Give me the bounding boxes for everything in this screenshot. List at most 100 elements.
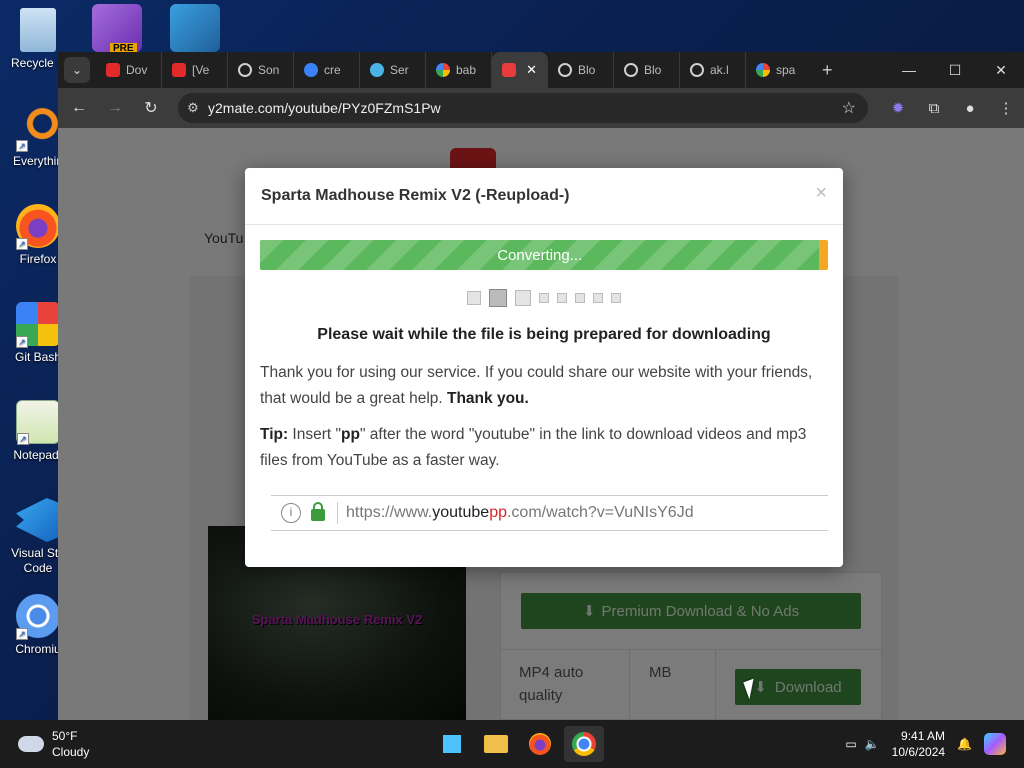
file-explorer-button[interactable] (476, 726, 516, 762)
cloud-favicon-icon (304, 63, 318, 77)
new-tab-button[interactable]: + (822, 60, 833, 81)
tab-youtube-1[interactable]: Dov (96, 52, 162, 88)
forward-button[interactable]: → (100, 99, 130, 117)
clock-time: 9:41 AM (901, 729, 946, 743)
volume-icon[interactable]: 🔈 (865, 737, 880, 751)
tab-google-1[interactable]: bab (426, 52, 492, 88)
site-settings-icon[interactable]: ⚙ (178, 100, 208, 116)
url-separator (337, 502, 338, 524)
chevron-down-icon: ⌄ (71, 63, 83, 77)
lock-icon (311, 502, 325, 521)
progress-label: Converting... (497, 246, 583, 264)
reload-button[interactable]: ↻ (136, 98, 166, 118)
window-controls: — ☐ ✕ (886, 52, 1024, 88)
shortcut-arrow-icon: ↗ (16, 238, 28, 250)
toolbar-actions: ✹ ⧉ ● ⋮ (880, 99, 1024, 118)
progress-fill: Converting... (260, 240, 820, 270)
visual-studio-preview-icon[interactable]: PRE (92, 4, 142, 54)
download-favicon-icon (502, 63, 516, 77)
browser-toolbar: ← → ↻ ⚙ y2mate.com/youtube/PYz0FZmS1Pw ☆… (58, 88, 1024, 128)
example-url-image: i https://www. youtube pp .com/watch?v=VuNI… (271, 495, 828, 531)
globe-icon (690, 63, 704, 77)
loader-square (557, 293, 567, 303)
video-editor-icon[interactable] (170, 4, 220, 52)
tab-strip: ⌄ Dov [Ve Son cre Ser bab ✕ Blo Blo ak.l… (58, 52, 1024, 88)
loader-square (539, 293, 549, 303)
thanks-bold: Thank you. (447, 390, 529, 407)
start-button[interactable] (432, 726, 472, 762)
firefox-taskbar-button[interactable] (520, 726, 560, 762)
loader-square (467, 291, 481, 305)
tab-youtube-2[interactable]: [Ve (162, 52, 228, 88)
address-bar[interactable]: ⚙ y2mate.com/youtube/PYz0FZmS1Pw ☆ (178, 93, 868, 123)
close-window-button[interactable]: ✕ (978, 62, 1024, 79)
youtube-favicon-icon (106, 63, 120, 77)
tab-y2mate-active[interactable]: ✕ (492, 52, 548, 88)
firefox-icon: ↗ (16, 204, 60, 250)
shortcut-arrow-icon: ↗ (16, 140, 28, 152)
maximize-button[interactable]: ☐ (932, 62, 978, 79)
cloud-icon (18, 736, 44, 752)
extension-gear-icon[interactable]: ✹ (880, 99, 916, 117)
bookmark-star-icon[interactable]: ☆ (842, 98, 856, 118)
folder-icon (484, 735, 508, 753)
minimize-button[interactable]: — (886, 62, 932, 78)
shortcut-arrow-icon: ↗ (16, 336, 28, 348)
shortcut-arrow-icon: ↗ (17, 433, 29, 445)
conversion-progress-bar: Converting... (260, 240, 828, 270)
taskbar-apps (432, 726, 608, 762)
tab-5[interactable]: Ser (360, 52, 426, 88)
loader-square (593, 293, 603, 303)
youtube-favicon-icon (172, 63, 186, 77)
firefox-icon (529, 733, 551, 755)
back-button[interactable]: ← (64, 99, 94, 117)
tab-9[interactable]: Blo (614, 52, 680, 88)
system-tray: ▭ 🔈 9:41 AM 10/6/2024 🔔 (845, 728, 1006, 760)
weather-desc: Cloudy (52, 745, 90, 759)
tab-10[interactable]: ak.l (680, 52, 746, 88)
recycle-bin-icon (20, 8, 56, 52)
taskbar: 50°F Cloudy ▭ 🔈 9:41 AM 10/6/2024 🔔 (0, 720, 1024, 768)
notification-bell-icon[interactable]: 🔔 (957, 737, 972, 751)
loader-square (515, 290, 531, 306)
chrome-taskbar-button[interactable] (564, 726, 604, 762)
clock[interactable]: 9:41 AM 10/6/2024 (892, 728, 945, 760)
modal-title: Sparta Madhouse Remix V2 (-Reupload-) (261, 187, 570, 204)
cloud-favicon-icon (370, 63, 384, 77)
windows-logo-icon (441, 733, 463, 755)
info-icon: i (281, 503, 301, 523)
tab-8[interactable]: Blo (548, 52, 614, 88)
notepad-plus-icon: ↗ (16, 400, 60, 445)
network-icon[interactable]: ▭ (845, 737, 856, 751)
google-favicon-icon (756, 63, 770, 77)
modal-header: Sparta Madhouse Remix V2 (-Reupload-) (245, 168, 843, 225)
clock-date: 10/6/2024 (891, 745, 946, 759)
globe-icon (558, 63, 572, 77)
copilot-icon[interactable] (984, 733, 1006, 755)
weather-widget[interactable]: 50°F Cloudy (18, 728, 89, 760)
git-bash-icon: ↗ (16, 302, 60, 348)
tab-4[interactable]: cre (294, 52, 360, 88)
tip-label: Tip: (260, 426, 289, 443)
wait-heading: Please wait while the file is being prep… (317, 326, 771, 343)
profile-avatar-icon[interactable]: ● (952, 100, 988, 117)
shortcut-arrow-icon: ↗ (16, 628, 28, 640)
globe-icon (624, 63, 638, 77)
converting-modal: Sparta Madhouse Remix V2 (-Reupload-) × … (245, 168, 843, 567)
close-tab-icon[interactable]: ✕ (526, 62, 537, 78)
modal-close-button[interactable]: × (815, 182, 827, 205)
chrome-icon (572, 732, 596, 756)
weather-temp: 50°F (52, 729, 78, 743)
globe-icon (238, 63, 252, 77)
tab-search-button[interactable]: ⌄ (64, 57, 90, 83)
loading-squares-indicator (467, 289, 629, 307)
vscode-icon (16, 498, 60, 542)
thanks-paragraph: Thank you for using our service. If you … (260, 364, 813, 407)
google-favicon-icon (436, 63, 450, 77)
extensions-puzzle-icon[interactable]: ⧉ (916, 100, 952, 117)
menu-kebab-icon[interactable]: ⋮ (988, 99, 1024, 117)
tab-3[interactable]: Son (228, 52, 294, 88)
tab-google-2[interactable]: spa (746, 52, 812, 88)
loader-square (611, 293, 621, 303)
tip-paragraph: Tip: Insert "pp" after the word "youtube… (260, 426, 807, 469)
